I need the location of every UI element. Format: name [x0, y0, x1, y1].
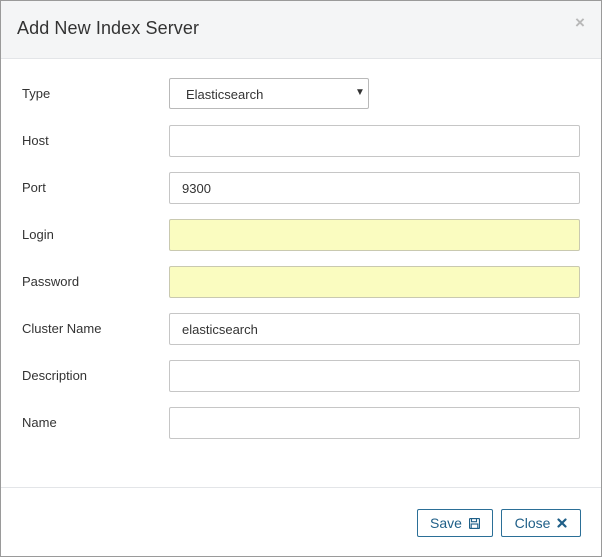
floppy-disk-icon: [468, 517, 480, 529]
login-label: Login: [22, 227, 54, 242]
cluster-name-label: Cluster Name: [22, 321, 102, 336]
name-label: Name: [22, 415, 57, 430]
port-input[interactable]: [169, 172, 580, 204]
x-mark-icon: [557, 518, 567, 528]
description-label: Description: [22, 368, 88, 383]
host-label: Host: [22, 133, 49, 148]
port-label: Port: [22, 180, 46, 195]
description-input[interactable]: [169, 360, 580, 392]
cluster-name-input[interactable]: [169, 313, 580, 345]
host-input[interactable]: [169, 125, 580, 157]
type-label: Type: [22, 86, 51, 101]
close-icon[interactable]: ×: [573, 14, 587, 32]
password-input[interactable]: [169, 266, 580, 298]
login-input[interactable]: [169, 219, 580, 251]
type-select[interactable]: Elasticsearch ▼: [169, 78, 369, 109]
dialog-header: Add New Index Server ×: [1, 1, 601, 59]
dialog-title: Add New Index Server: [17, 18, 200, 38]
add-index-server-dialog: Add New Index Server × Type Elasticsearc…: [0, 0, 602, 557]
caret-down-icon: ▼: [355, 87, 365, 98]
close-button[interactable]: Close: [501, 509, 581, 537]
close-button-label: Close: [514, 515, 551, 531]
password-label: Password: [22, 274, 80, 289]
name-input[interactable]: [169, 407, 580, 439]
save-button-label: Save: [430, 515, 462, 531]
save-button[interactable]: Save: [417, 509, 493, 537]
type-select-value: Elasticsearch: [186, 87, 264, 102]
